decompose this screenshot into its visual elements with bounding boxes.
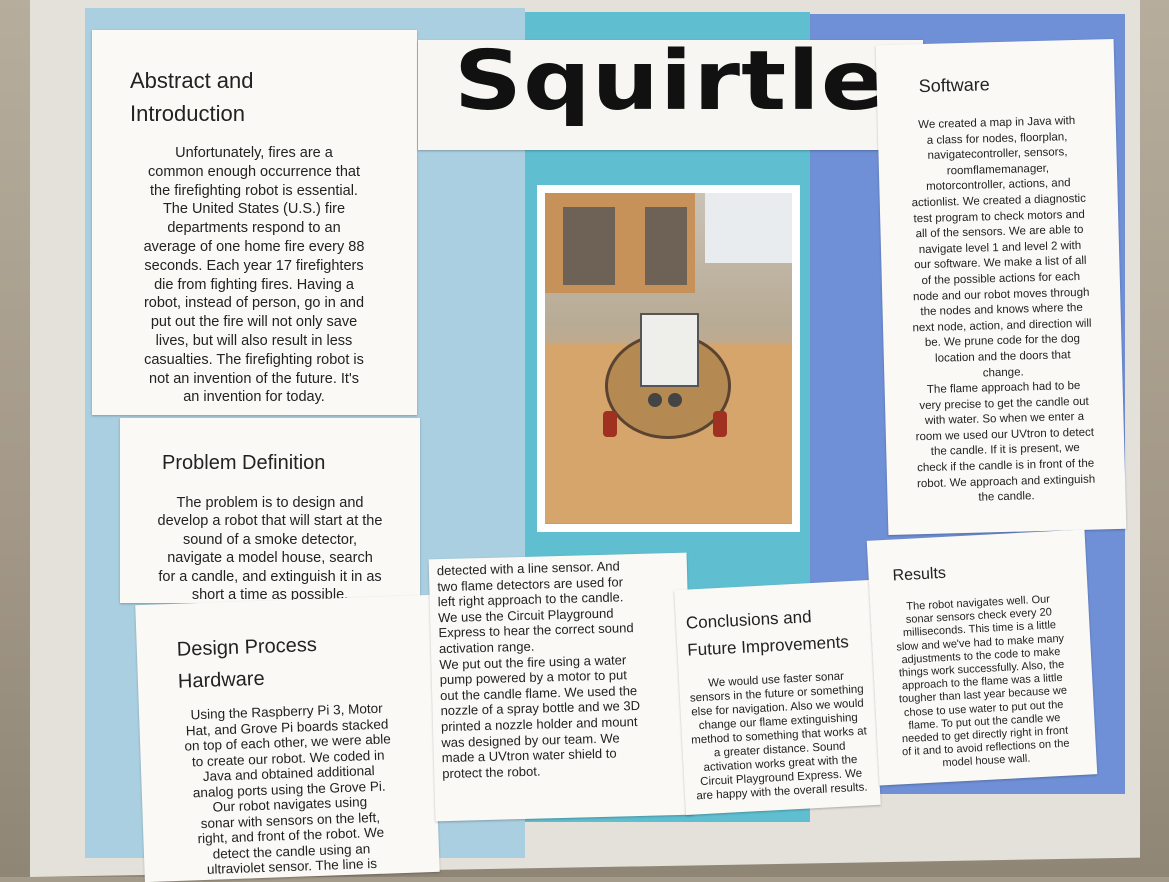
text-line: not an invention of the future. It's (149, 370, 359, 387)
software-heading: Software (918, 74, 990, 97)
robot-wheel-left (603, 411, 617, 437)
design-continued-body: detected with a line sensor. And two flam… (437, 557, 687, 782)
conclusions-body: We would use faster sonar sensors in the … (681, 668, 877, 804)
abstract-heading: Abstract and Introduction (130, 64, 254, 130)
cabinet-shelves-2 (645, 207, 687, 285)
text-line: lives, but will also result in less (155, 332, 353, 349)
design-body: Using the Raspberry Pi 3, Motor Hat, and … (143, 699, 436, 879)
design-heading-line1: Design Process (176, 633, 318, 661)
robot-sonar-right (668, 393, 682, 407)
conclusions-heading: Conclusions and Future Improvements (685, 601, 849, 663)
text-line: departments respond to an (167, 220, 341, 237)
abstract-heading-line2: Introduction (130, 101, 245, 126)
poster-title: Squirtle (454, 34, 886, 129)
robot-sonar-left (648, 393, 662, 407)
robot-photo (537, 185, 800, 532)
text-line: die from fighting fires. Having a (154, 276, 354, 293)
problem-heading: Problem Definition (162, 452, 326, 474)
text-line: seconds. Each year 17 firefighters (144, 257, 364, 274)
text-line: for a candle, and extinguish it in as (158, 568, 382, 585)
photo-scene (545, 193, 792, 524)
text-line: navigate a model house, search (167, 550, 373, 567)
title-card: Squirtle (418, 34, 923, 150)
results-body: The robot navigates well. Our sonar senso… (872, 592, 1093, 775)
software-body: We created a map in Java with a class for… (884, 113, 1120, 509)
text-line: average of one home fire every 88 (143, 238, 365, 255)
text-line: put out the fire will not only save (150, 314, 358, 331)
problem-body: The problem is to design and develop a ro… (126, 494, 414, 604)
abstract-heading-line1: Abstract and (130, 68, 254, 93)
robot-body (640, 313, 699, 387)
software-section: Software We created a map in Java with a … (875, 38, 1127, 536)
conclusions-section: Conclusions and Future Improvements We w… (674, 580, 881, 815)
results-section: Results The robot navigates well. Our son… (866, 529, 1098, 786)
design-heading: Design Process Hardware (176, 629, 318, 698)
robot-wheel-right (713, 411, 727, 437)
text-line: robot, instead of person, go in and (143, 295, 365, 312)
design-process-section: Design Process Hardware Using the Raspbe… (135, 594, 440, 882)
conclusions-heading-line2: Future Improvements (686, 632, 850, 660)
design-heading-line2: Hardware (177, 667, 265, 693)
window-light (705, 193, 792, 263)
abstract-body: Unfortunately, fires are a common enough … (104, 144, 404, 407)
text-line: develop a robot that will start at the (157, 513, 383, 530)
problem-definition-section: Problem Definition The problem is to des… (120, 418, 420, 603)
text-line: common enough occurrence that (148, 163, 360, 180)
design-continued-section: detected with a line sensor. And two flam… (428, 552, 694, 822)
cabinet-shelves (563, 207, 615, 285)
text-line: sound of a smoke detector, (182, 531, 358, 548)
text-line: The United States (U.S.) fire (162, 201, 346, 218)
conclusions-heading-line1: Conclusions and (685, 607, 813, 633)
text-line: an invention for today. (183, 389, 325, 406)
results-heading: Results (892, 564, 947, 585)
text-line: the firefighting robot is essential. (150, 182, 358, 199)
text-line: The problem is to design and (176, 495, 364, 511)
text-line: casualties. The firefighting robot is (144, 351, 364, 368)
text-line: Unfortunately, fires are a (175, 145, 333, 161)
abstract-section: Abstract and Introduction Unfortunately,… (92, 30, 417, 415)
